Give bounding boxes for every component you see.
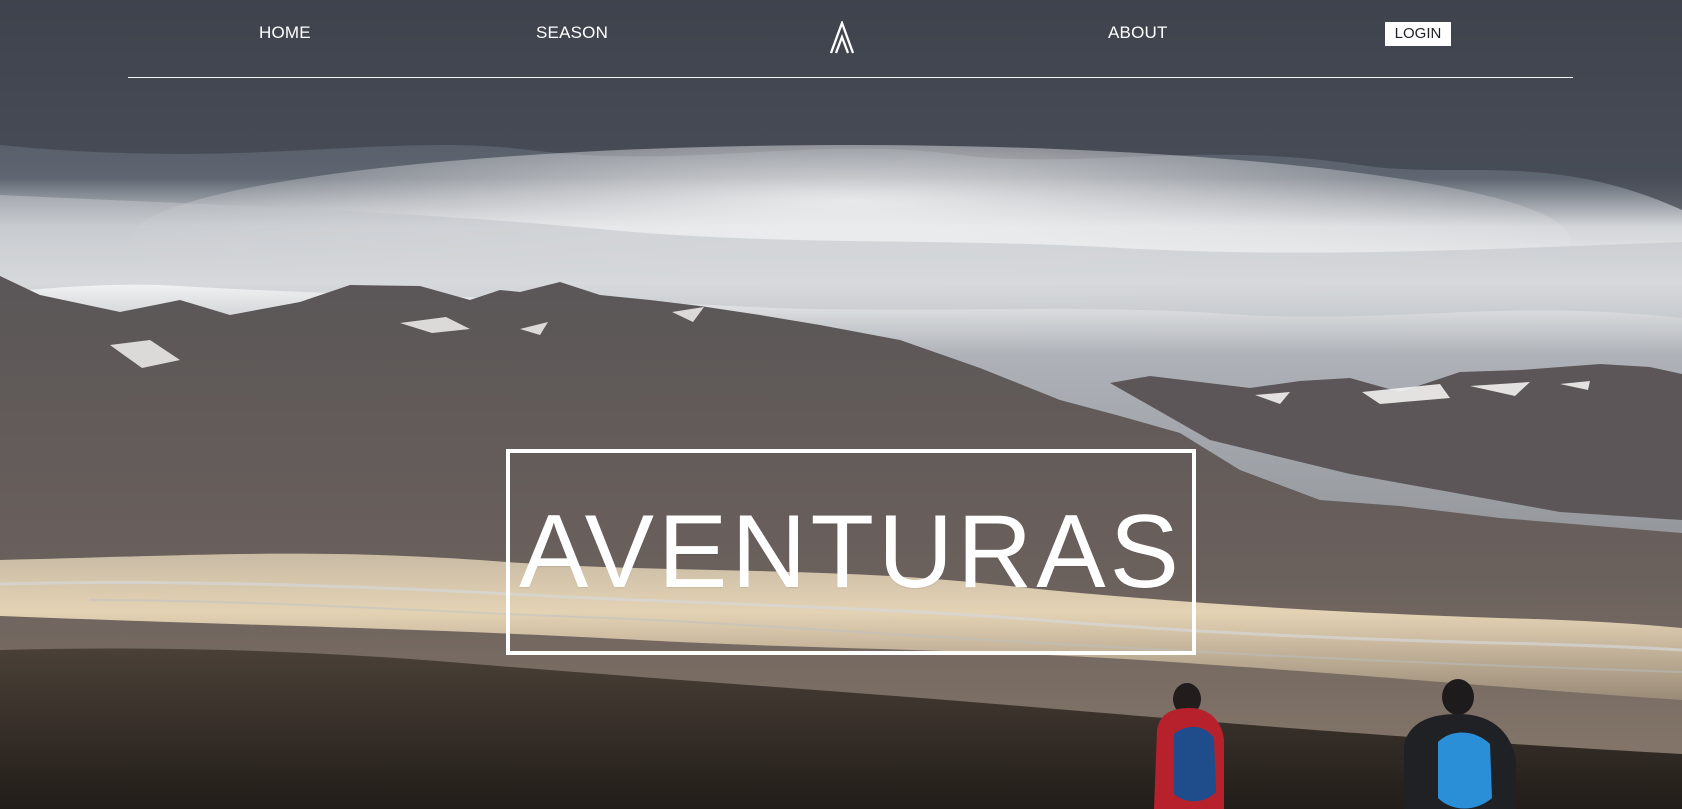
hero-title-frame: AVENTURAS [506, 449, 1196, 655]
login-button[interactable]: LOGIN [1385, 22, 1451, 46]
nav-season-link[interactable]: SEASON [536, 23, 608, 43]
hero-title: AVENTURAS [519, 494, 1183, 610]
nav-home-link[interactable]: HOME [259, 23, 311, 43]
landscape-background [0, 276, 1682, 809]
top-navigation: HOME SEASON ABOUT LOGIN [0, 0, 1682, 80]
nav-about-link[interactable]: ABOUT [1108, 23, 1168, 43]
navigation-divider [128, 77, 1573, 78]
hero-section: HOME SEASON ABOUT LOGIN AVENTURAS [0, 0, 1682, 809]
a-logo-icon[interactable] [829, 21, 855, 55]
